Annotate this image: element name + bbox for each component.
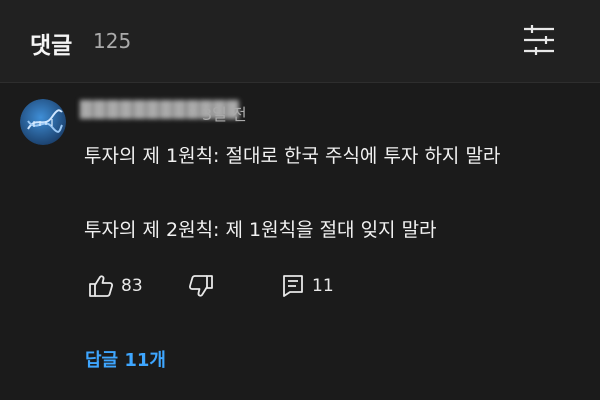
comments-header: 댓글 125 [0, 0, 600, 83]
comments-title: 댓글 [30, 33, 73, 59]
reply-button[interactable]: 11 [281, 273, 334, 299]
comment-text-line-1: 투자의 제 1원칙: 절대로 한국 주식에 투자 하지 말라 [84, 145, 501, 167]
reply-count: 11 [312, 276, 334, 296]
like-count: 83 [121, 276, 143, 296]
comment-text-line-2: 투자의 제 2원칙: 제 1원칙을 절대 잊지 말라 [84, 219, 437, 241]
view-replies-link[interactable]: 답글 11개 [85, 346, 166, 372]
filter-icon[interactable] [522, 24, 556, 56]
comment-item: ████████████ • 3일 전 투자의 제 1원칙: 절대로 한국 주식… [0, 83, 600, 400]
meta-separator: • [188, 101, 198, 120]
comment-reply-icon [281, 274, 305, 298]
thumbs-down-icon [188, 274, 214, 298]
thumbs-up-icon [88, 274, 114, 298]
like-button[interactable]: 83 [88, 273, 143, 299]
comments-count: 125 [93, 29, 132, 53]
comment-timestamp[interactable]: 3일 전 [202, 101, 247, 125]
dislike-button[interactable] [188, 273, 214, 299]
avatar[interactable] [20, 99, 66, 145]
